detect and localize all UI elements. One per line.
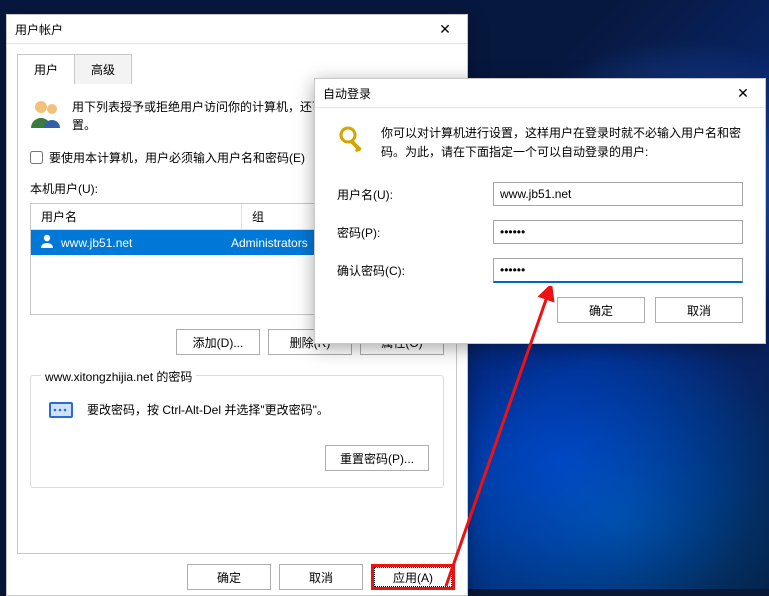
password-group: www.xitongzhijia.net 的密码 要改密码，按 Ctrl-Alt… bbox=[30, 375, 444, 488]
password-input[interactable] bbox=[493, 220, 743, 244]
tab-users[interactable]: 用户 bbox=[17, 54, 75, 84]
username-label: 用户名(U): bbox=[337, 186, 493, 203]
ok-button[interactable]: 确定 bbox=[187, 564, 271, 590]
cancel-button[interactable]: 取消 bbox=[279, 564, 363, 590]
password-label: 密码(P): bbox=[337, 224, 493, 241]
dialog-title: 自动登录 bbox=[323, 85, 729, 102]
auto-login-dialog: 自动登录 ✕ 你可以对计算机进行设置，这样用户在登录时就不必输入用户名和密码。为… bbox=[314, 78, 766, 344]
titlebar[interactable]: 用户帐户 ✕ bbox=[7, 15, 467, 44]
close-icon[interactable]: ✕ bbox=[431, 15, 459, 43]
column-header-name[interactable]: 用户名 bbox=[31, 204, 242, 229]
reset-password-button[interactable]: 重置密码(P)... bbox=[325, 445, 429, 471]
password-icon bbox=[45, 392, 77, 427]
username-input[interactable] bbox=[493, 182, 743, 206]
add-button[interactable]: 添加(D)... bbox=[176, 329, 260, 355]
dialog-cancel-button[interactable]: 取消 bbox=[655, 297, 743, 323]
password-hint: 要改密码，按 Ctrl-Alt-Del 并选择"更改密码"。 bbox=[87, 401, 329, 418]
user-icon bbox=[39, 233, 55, 252]
require-login-checkbox[interactable] bbox=[30, 151, 43, 164]
users-icon bbox=[30, 98, 62, 135]
window-title: 用户帐户 bbox=[15, 21, 431, 38]
dialog-buttons: 确定 取消 应用(A) bbox=[7, 564, 467, 590]
user-name: www.jb51.net bbox=[61, 236, 132, 250]
dialog-titlebar[interactable]: 自动登录 ✕ bbox=[315, 79, 765, 108]
require-login-label: 要使用本计算机，用户必须输入用户名和密码(E) bbox=[49, 149, 305, 166]
confirm-password-label: 确认密码(C): bbox=[337, 262, 493, 279]
dialog-intro-text: 你可以对计算机进行设置，这样用户在登录时就不必输入用户名和密码。为此，请在下面指… bbox=[381, 124, 743, 162]
close-icon[interactable]: ✕ bbox=[729, 79, 757, 107]
apply-button[interactable]: 应用(A) bbox=[371, 564, 455, 590]
dialog-ok-button[interactable]: 确定 bbox=[557, 297, 645, 323]
tab-advanced[interactable]: 高级 bbox=[74, 54, 132, 84]
keys-icon bbox=[337, 124, 369, 162]
confirm-password-input[interactable] bbox=[493, 258, 743, 283]
password-group-legend: www.xitongzhijia.net 的密码 bbox=[41, 368, 196, 385]
